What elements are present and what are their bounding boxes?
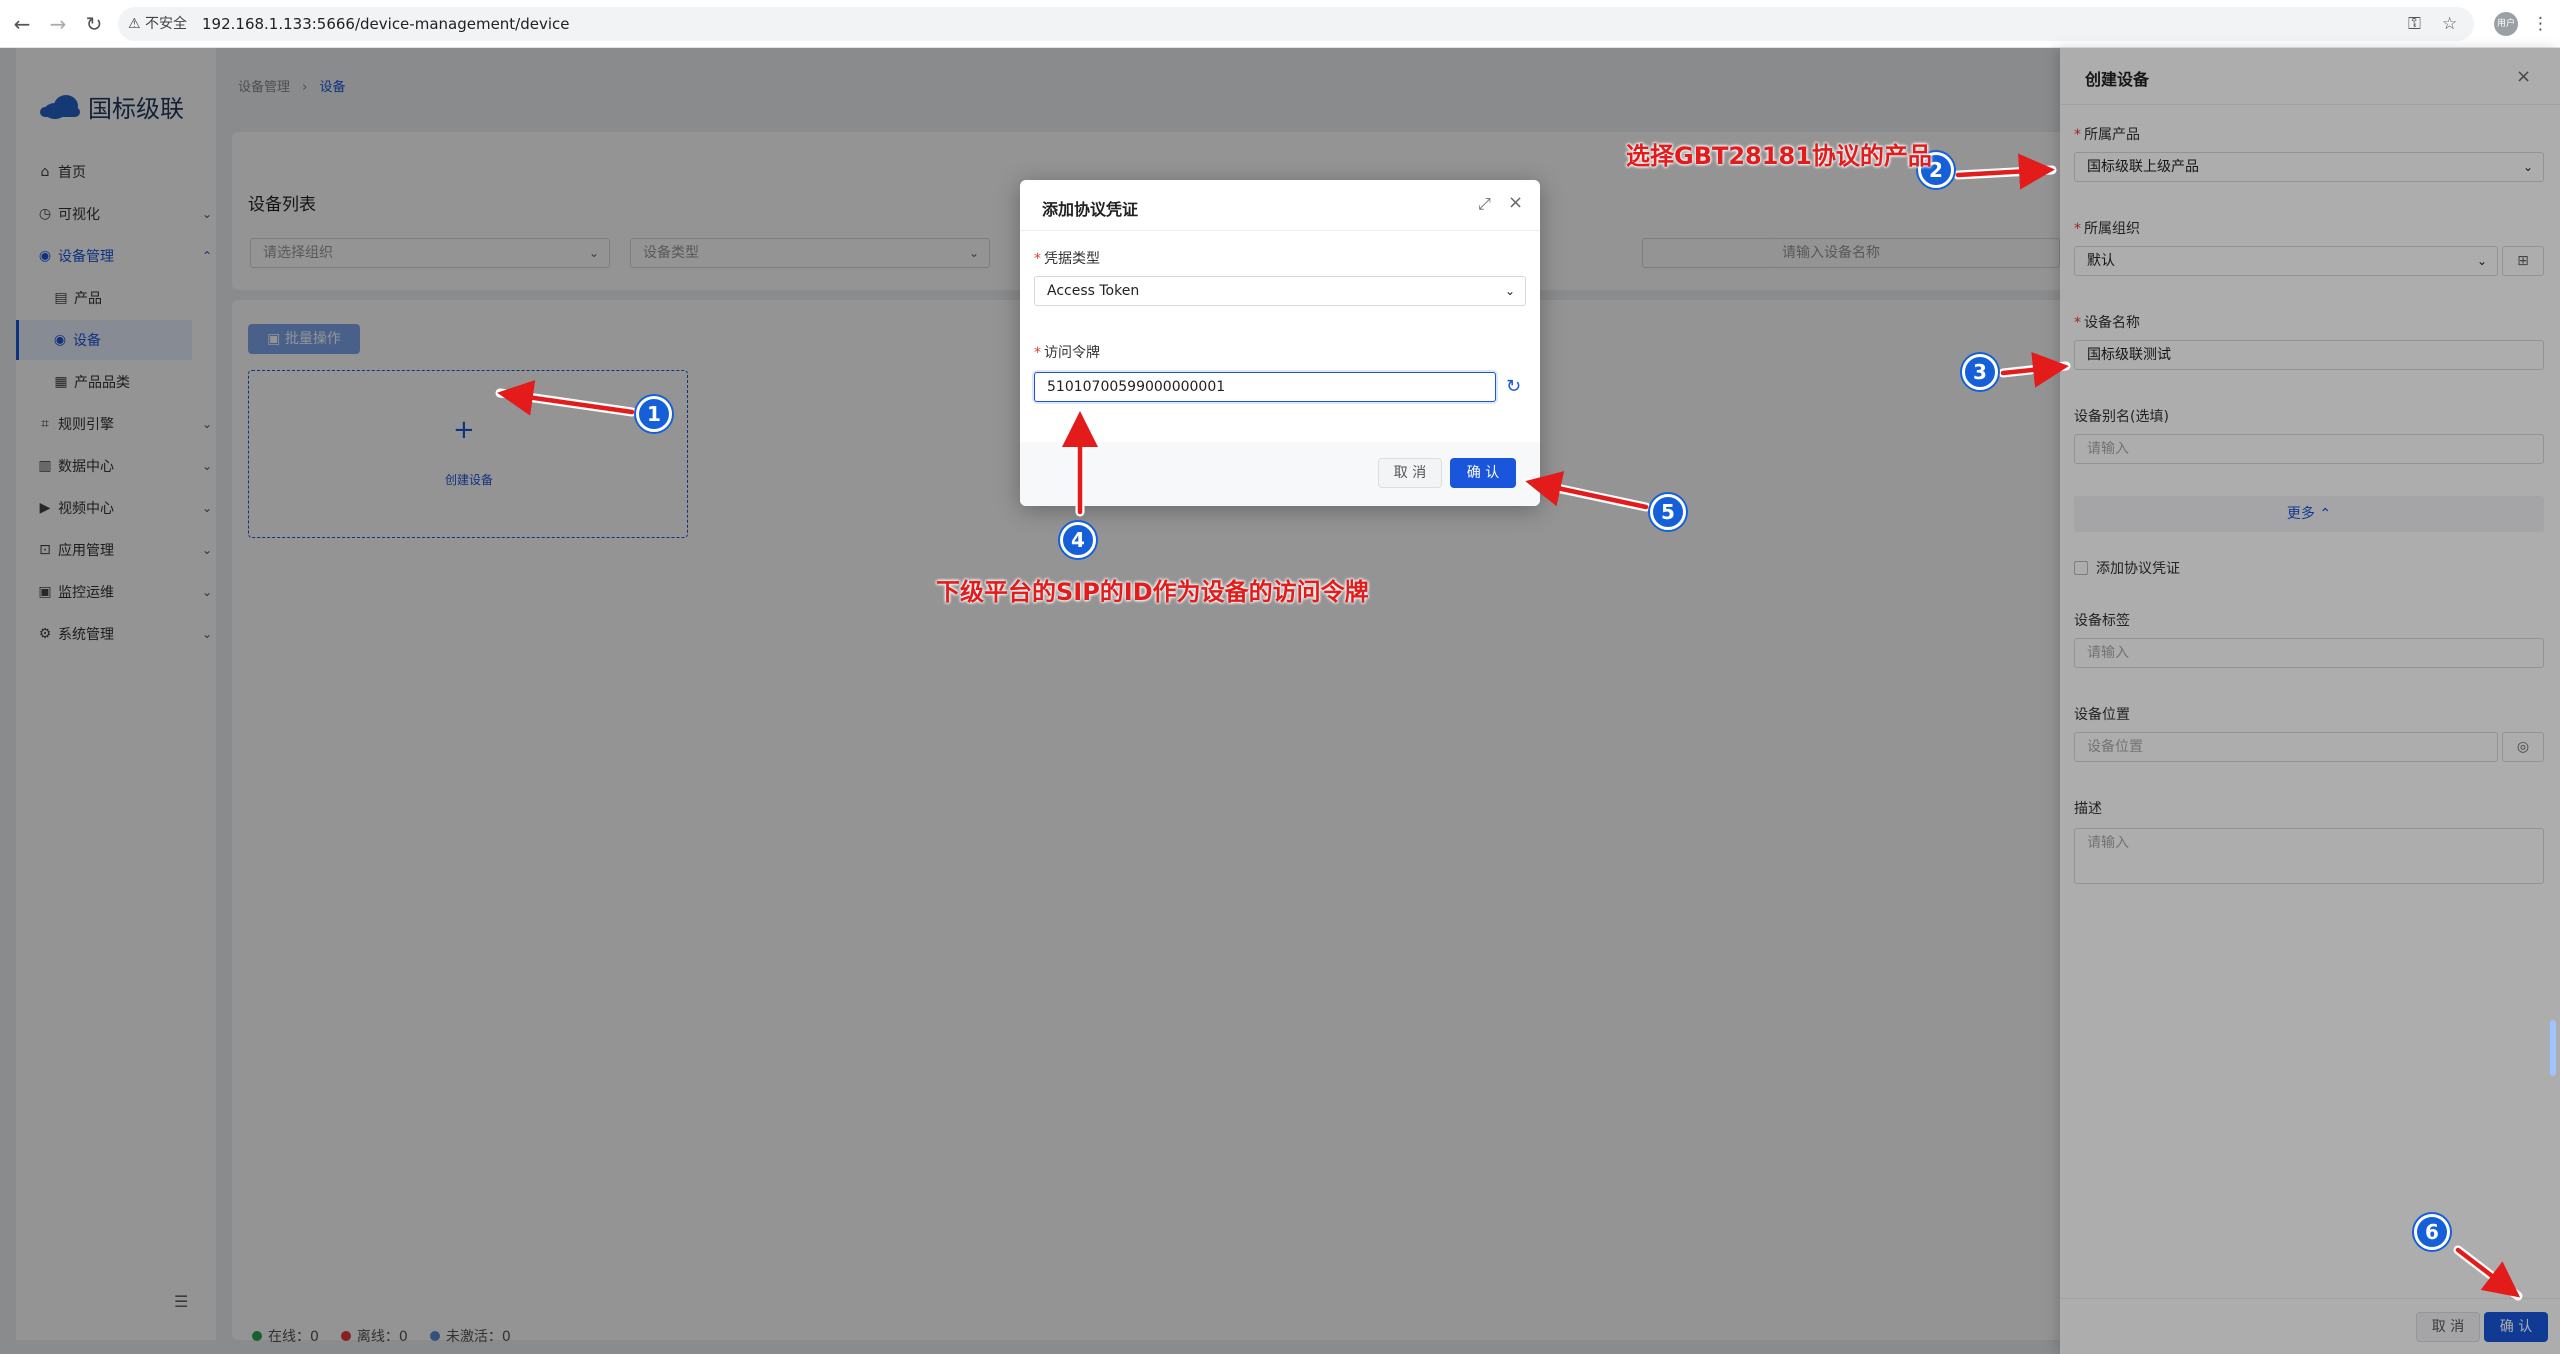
step-badge-1: 1: [636, 396, 672, 432]
step-badge-4: 4: [1060, 522, 1096, 558]
arrow-5: [1525, 471, 1649, 510]
step-badge-3: 3: [1962, 354, 1998, 390]
step-badge-5: 5: [1650, 494, 1686, 530]
annotation-token-note: 下级平台的SIP的ID作为设备的访问令牌: [936, 578, 1369, 606]
step-badge-6: 6: [2414, 1214, 2450, 1250]
arrow-6: [2455, 1247, 2521, 1298]
annotation-arrows: [495, 153, 2523, 1301]
arrow-1: [497, 379, 635, 416]
annotation-product-note: 选择GBT28181协议的产品: [1626, 142, 1932, 170]
